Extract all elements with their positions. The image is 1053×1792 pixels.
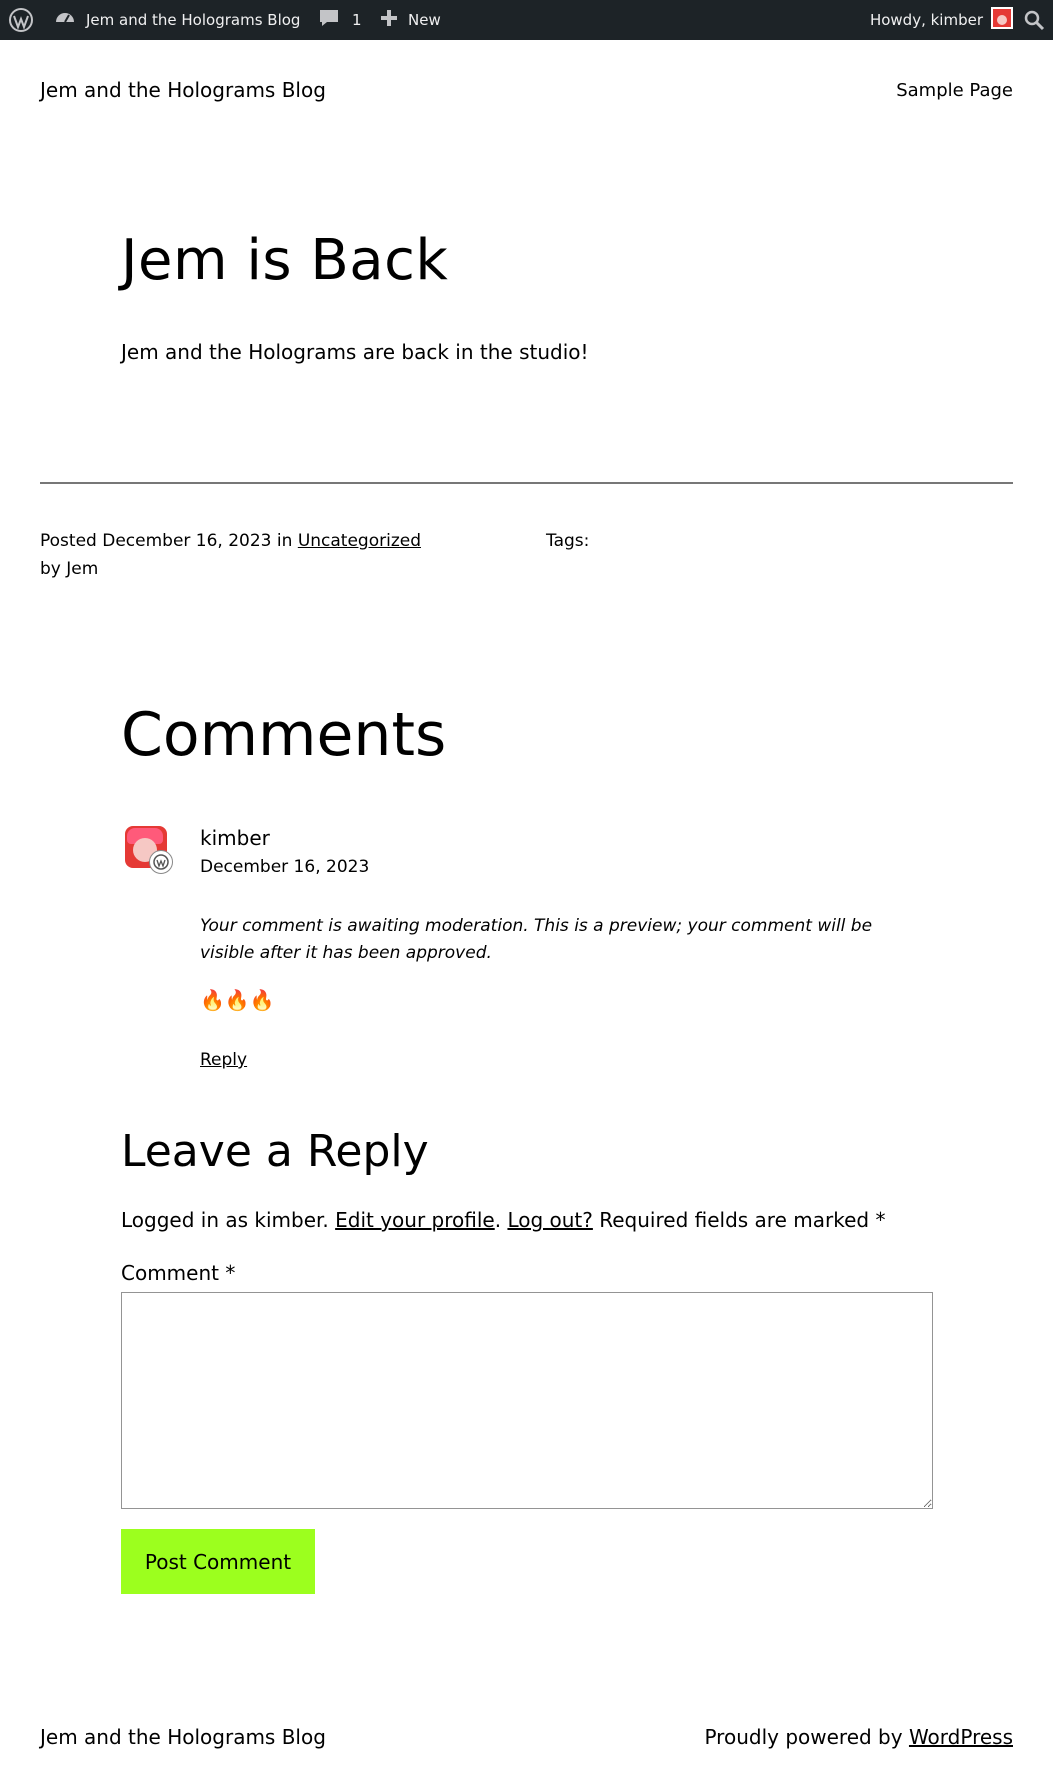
comment-bubble-icon (318, 7, 340, 33)
site-title[interactable]: Jem and the Holograms Blog (40, 78, 326, 102)
post-comment-button[interactable]: Post Comment (121, 1529, 315, 1594)
admin-site-name: Jem and the Holograms Blog (86, 11, 301, 29)
comments-heading: Comments (121, 700, 447, 770)
admin-account-menu[interactable]: Howdy, kimber (870, 0, 1013, 40)
powered-prefix: Proudly powered by (704, 1725, 903, 1749)
dashboard-icon (54, 7, 76, 33)
comment-field-label: Comment * (121, 1261, 236, 1285)
wordpress-link[interactable]: WordPress (909, 1725, 1013, 1749)
post-body: Jem and the Holograms are back in the st… (121, 340, 589, 364)
plus-icon (380, 9, 398, 31)
comment-field[interactable] (121, 1292, 933, 1509)
admin-bar: Jem and the Holograms Blog 1 New Howdy, … (0, 0, 1053, 40)
in-word: in (276, 531, 293, 551)
post-date: December 16, 2023 (102, 531, 272, 551)
nav-item-sample-page[interactable]: Sample Page (896, 80, 1013, 101)
admin-comments-count: 1 (352, 11, 362, 29)
posted-prefix: Posted (40, 531, 97, 551)
logged-in-notice: Logged in as kimber. Edit your profile. … (121, 1208, 885, 1232)
footer-site-title[interactable]: Jem and the Holograms Blog (40, 1725, 326, 1749)
post-tags-label: Tags: (546, 531, 590, 551)
admin-new-content[interactable]: New (380, 0, 441, 40)
category-link[interactable]: Uncategorized (298, 531, 421, 551)
admin-new-label: New (408, 11, 441, 29)
log-out-link[interactable]: Log out? (507, 1208, 592, 1232)
admin-howdy-text: Howdy, kimber (869, 11, 983, 29)
admin-site-menu[interactable]: Jem and the Holograms Blog (54, 0, 300, 40)
avatar (125, 826, 173, 874)
comment-date[interactable]: December 16, 2023 (200, 857, 369, 877)
post-meta: Posted December 16, 2023 in Uncategorize… (40, 527, 470, 583)
footer-powered-by: Proudly powered by WordPress (704, 1725, 1013, 1749)
wordpress-badge-icon (149, 850, 173, 874)
period-text: . (494, 1208, 502, 1232)
logged-in-text: Logged in as kimber. (121, 1208, 329, 1232)
comment-moderation-notice: Your comment is awaiting moderation. Thi… (200, 916, 873, 963)
admin-comments[interactable]: 1 (318, 0, 362, 40)
search-icon[interactable] (1023, 0, 1045, 40)
required-notice: Required fields are marked * (599, 1208, 886, 1232)
comment-text: 🔥🔥🔥 (200, 988, 275, 1012)
divider (40, 482, 1013, 484)
edit-profile-link[interactable]: Edit your profile (335, 1208, 495, 1232)
post-title: Jem is Back (121, 228, 449, 293)
reply-heading: Leave a Reply (121, 1126, 429, 1177)
post-author: by Jem (40, 559, 99, 579)
reply-link[interactable]: Reply (200, 1050, 247, 1070)
admin-avatar (991, 7, 1013, 33)
wordpress-logo-icon[interactable] (8, 0, 34, 40)
comment-author: kimber (200, 826, 270, 850)
